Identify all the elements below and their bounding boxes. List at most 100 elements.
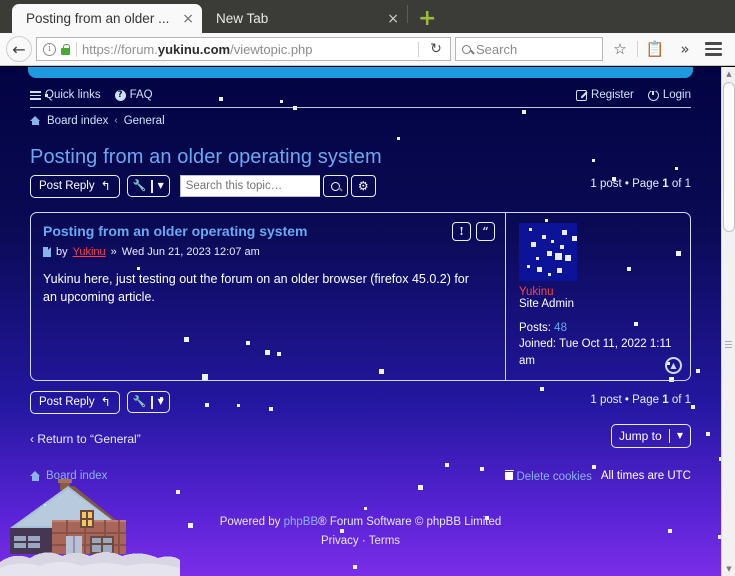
page-label: Page: [632, 177, 659, 190]
new-tab-button[interactable]: +: [418, 8, 436, 30]
bullet-separator: •: [624, 177, 629, 190]
navbar-divider: [30, 106, 691, 108]
tab-title: New Tab: [216, 11, 269, 26]
faq-link[interactable]: ? FAQ: [114, 89, 153, 102]
button-divider: [151, 395, 153, 409]
browser-search-box[interactable]: Search: [455, 37, 603, 61]
search-icon: [330, 181, 340, 191]
terms-link[interactable]: Terms: [369, 535, 400, 547]
topic-tools-button-bottom[interactable]: 🔧 ▼: [126, 391, 170, 414]
login-link[interactable]: Login: [647, 88, 691, 102]
question-mark-icon: ?: [114, 89, 126, 101]
library-clipboard-icon[interactable]: 📋: [642, 40, 668, 58]
gear-icon: ⚙: [357, 179, 369, 194]
button-divider: [151, 179, 153, 193]
bullet-separator: •: [624, 393, 629, 406]
trash-icon: [504, 469, 514, 480]
browser-window: Posting from an older ... × New Tab × + …: [0, 0, 735, 576]
delete-cookies-link[interactable]: Delete cookies: [504, 469, 592, 483]
pagination-bottom: 1 post • Page 1 of 1: [590, 394, 691, 406]
date-separator: »: [110, 246, 117, 259]
browser-tab-new[interactable]: New Tab ×: [202, 4, 407, 33]
page-label: Page: [632, 393, 659, 406]
phpbb-suffix: ® Forum Software © phpBB Limited: [318, 515, 502, 528]
report-post-button[interactable]: !: [452, 221, 471, 241]
reload-icon[interactable]: ↻: [424, 41, 448, 57]
avatar[interactable]: [519, 222, 577, 281]
post-reply-label: Post Reply: [39, 180, 95, 193]
search-icon: [462, 44, 471, 54]
post-reply-button-bottom[interactable]: Post Reply ↰: [30, 390, 120, 414]
joined-label: Joined:: [519, 338, 557, 351]
chevron-down-icon: ▼: [157, 397, 164, 407]
topic-search-input[interactable]: [179, 175, 320, 198]
quick-links-menu[interactable]: Quick links: [30, 89, 101, 102]
quote-icon: “: [482, 224, 489, 238]
profile-joined-row: Joined: Tue Oct 11, 2022 1:11 am: [519, 336, 680, 369]
page-total: of 1: [671, 393, 691, 406]
post-meta: by Yukinu » Wed Jun 21, 2023 12:07 am: [43, 246, 493, 258]
breadcrumb-separator: ‹: [114, 115, 118, 127]
browser-tab-active[interactable]: Posting from an older ... ×: [12, 4, 202, 33]
page-title: Posting from an older operating system: [30, 145, 382, 168]
topic-tools-button-top[interactable]: 🔧 ▼: [126, 175, 170, 198]
topic-search-options[interactable]: ⚙: [350, 175, 376, 198]
button-divider: [668, 428, 670, 443]
breadcrumb: Board index ‹ General: [30, 108, 691, 130]
return-to-forum-link[interactable]: ‹ Return to “General”: [30, 432, 141, 446]
breadcrumb-board-index[interactable]: Board index: [47, 115, 108, 127]
scrollbar-grip: [722, 339, 735, 348]
profile-username[interactable]: Yukinu: [519, 286, 680, 298]
login-label: Login: [662, 89, 691, 102]
tab-close-icon[interactable]: ×: [182, 12, 194, 26]
menu-icon[interactable]: [705, 39, 722, 58]
faq-label: FAQ: [129, 89, 153, 102]
post-reply-label: Post Reply: [39, 396, 95, 409]
current-page: 1: [662, 393, 669, 406]
register-link[interactable]: Register: [576, 89, 634, 101]
tab-close-icon[interactable]: ×: [387, 12, 399, 26]
tab-bar: Posting from an older ... × New Tab × +: [0, 0, 735, 33]
scroll-up-arrow[interactable]: ▲: [722, 67, 735, 81]
register-label: Register: [591, 89, 634, 102]
quote-post-button[interactable]: “: [476, 221, 495, 241]
reply-arrow-icon: ↰: [100, 178, 111, 193]
post-date: Wed Jun 21, 2023 12:07 am: [121, 246, 260, 259]
back-button[interactable]: ←: [6, 36, 32, 62]
timezone-label: All times are UTC: [600, 470, 691, 483]
tab-title: Posting from an older ...: [26, 11, 170, 26]
post-title[interactable]: Posting from an older operating system: [43, 223, 393, 241]
post-main: ! “ Posting from an older operating syst…: [31, 213, 505, 380]
overflow-chevron-icon[interactable]: »: [672, 40, 698, 58]
post-action-buttons: ! “: [452, 221, 495, 241]
jump-to-dropdown[interactable]: Jump to ▼: [610, 423, 691, 448]
url-domain: yukinu.com: [157, 41, 231, 57]
address-bar[interactable]: i https://forum.yukinu.com/viewtopic.php…: [36, 37, 451, 61]
profile-rank: Site Admin: [519, 297, 574, 310]
toolbar-divider: [637, 41, 638, 57]
legal-separator: ·: [361, 535, 366, 548]
page-scrollbar[interactable]: ▲ ▼: [721, 67, 735, 576]
privacy-link[interactable]: Privacy: [321, 535, 359, 547]
current-page: 1: [662, 177, 669, 190]
scroll-down-arrow[interactable]: ▼: [722, 562, 735, 576]
scrollbar-thumb[interactable]: [723, 82, 735, 232]
breadcrumb-general[interactable]: General: [124, 115, 165, 127]
phpbb-link[interactable]: phpBB: [284, 516, 319, 528]
pencil-icon: [576, 89, 588, 101]
document-icon: [43, 247, 51, 258]
posts-count-link[interactable]: 48: [554, 322, 567, 334]
url-text: https://forum.yukinu.com/viewtopic.php: [82, 42, 313, 57]
quick-links-label: Quick links: [45, 89, 101, 102]
pagination-top: 1 post • Page 1 of 1: [590, 178, 691, 190]
page-info-icon[interactable]: i: [43, 42, 56, 56]
topic-search-submit[interactable]: [322, 175, 348, 198]
reply-arrow-icon: ↰: [100, 394, 111, 409]
page-viewport: Quick links ? FAQ Register Login Board i…: [0, 67, 735, 576]
post-author-link[interactable]: Yukinu: [73, 246, 106, 258]
back-to-top-button[interactable]: ▲: [665, 356, 682, 374]
wrench-icon: 🔧: [132, 395, 147, 409]
lock-icon: [61, 43, 71, 55]
bookmark-star-icon[interactable]: ☆: [607, 40, 633, 58]
post-reply-button-top[interactable]: Post Reply ↰: [30, 174, 120, 198]
